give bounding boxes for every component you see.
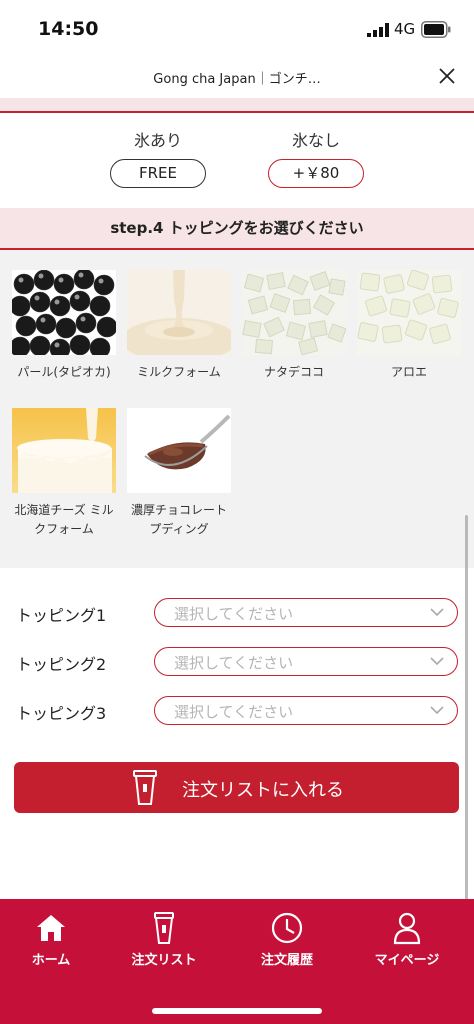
topping-tile[interactable]: パール(タピオカ) [12, 270, 116, 382]
topping-select-row-2: トッピング2 選択してください [0, 647, 474, 677]
milk-foam-image [127, 270, 231, 355]
status-time: 14:50 [38, 18, 99, 40]
topping-grid: パール(タピオカ) ミルクフォーム ナタデココ アロエ 北海道チーズ ミルクフォ… [0, 250, 474, 568]
topping-select-label: トッピング3 [16, 704, 107, 723]
signal-icon [367, 23, 389, 37]
topping-select-2[interactable]: 選択してください [154, 647, 458, 676]
nav-label: 注文履歴 [260, 953, 313, 968]
topping-name: ナタデココ [263, 365, 324, 379]
topping-tile[interactable]: 北海道チーズ ミルクフォーム [12, 408, 116, 539]
select-placeholder: 選択してください [174, 605, 294, 623]
topping-name: ミルクフォーム [137, 365, 221, 379]
ice-option-label: 氷あり [133, 131, 182, 150]
home-icon [37, 915, 65, 941]
chevron-down-icon [430, 608, 444, 617]
cup-icon [154, 912, 174, 944]
tapioca-pearls-image [12, 270, 116, 355]
topping-select-label: トッピング2 [16, 655, 107, 674]
topping-select-1[interactable]: 選択してください [154, 598, 458, 627]
nav-label: ホーム [31, 953, 71, 968]
select-placeholder: 選択してください [174, 654, 294, 672]
nav-label: マイページ [374, 953, 440, 968]
add-to-order-list-button[interactable]: 注文リストに入れる [14, 762, 459, 813]
page-title: Gong cha Japan｜ゴンチ… [153, 72, 321, 87]
user-icon [393, 912, 421, 945]
step3-header-partial [0, 98, 474, 113]
home-indicator[interactable] [152, 1008, 322, 1014]
clock-icon [271, 912, 303, 944]
scrollbar[interactable] [465, 515, 468, 965]
cup-icon [133, 770, 157, 805]
ice-with-ice-button[interactable]: FREE [110, 159, 206, 188]
ice-option-with-ice: 氷あり FREE [110, 127, 206, 188]
nav-item-home[interactable]: ホーム [0, 911, 110, 968]
nata-de-coco-image [242, 270, 346, 355]
close-icon[interactable] [436, 65, 458, 87]
bottom-nav: ホーム 注文リスト 注文履歴 マイページ [0, 899, 474, 1024]
topping-select-row-3: トッピング3 選択してください [0, 696, 474, 726]
network-type: 4G [394, 20, 416, 38]
nav-label: 注文リスト [131, 953, 197, 968]
topping-tile[interactable]: アロエ [357, 270, 461, 382]
page: 14:50 4G Gong cha Japan｜ゴンチ… 氷あり FREE 氷な… [0, 0, 474, 1024]
topping-name: パール(タピオカ) [17, 365, 111, 379]
battery-icon [421, 21, 451, 38]
ice-options: 氷あり FREE 氷なし +￥80 [0, 113, 474, 208]
ice-option-label: 氷なし [291, 131, 340, 150]
select-placeholder: 選択してください [174, 703, 294, 721]
topping-tile[interactable]: ミルクフォーム [127, 270, 231, 382]
webview-header: Gong cha Japan｜ゴンチ… [0, 58, 474, 98]
topping-select-row-1: トッピング1 選択してください [0, 598, 474, 628]
nav-item-order-history[interactable]: 注文履歴 [228, 911, 346, 968]
topping-tile[interactable]: ナタデココ [242, 270, 346, 382]
topping-name: 濃厚チョコレートプディング [130, 503, 227, 536]
status-bar: 14:50 4G [0, 0, 474, 58]
topping-name: アロエ [390, 365, 427, 379]
add-button-label: 注文リストに入れる [182, 780, 344, 801]
ice-no-ice-button[interactable]: +￥80 [268, 159, 364, 188]
topping-select-label: トッピング1 [16, 606, 107, 625]
nav-item-my-page[interactable]: マイページ [348, 911, 466, 968]
nav-item-order-list[interactable]: 注文リスト [105, 911, 223, 968]
step4-header: step.4 トッピングをお選びください [0, 208, 474, 250]
topping-tile[interactable]: 濃厚チョコレートプディング [127, 408, 231, 539]
topping-name: 北海道チーズ ミルクフォーム [14, 503, 114, 536]
aloe-image [357, 270, 461, 355]
chocolate-pudding-image [127, 408, 231, 493]
ice-option-no-ice: 氷なし +￥80 [268, 127, 364, 188]
chevron-down-icon [430, 657, 444, 666]
topping-select-3[interactable]: 選択してください [154, 696, 458, 725]
cheese-milk-foam-image [12, 408, 116, 493]
chevron-down-icon [430, 706, 444, 715]
